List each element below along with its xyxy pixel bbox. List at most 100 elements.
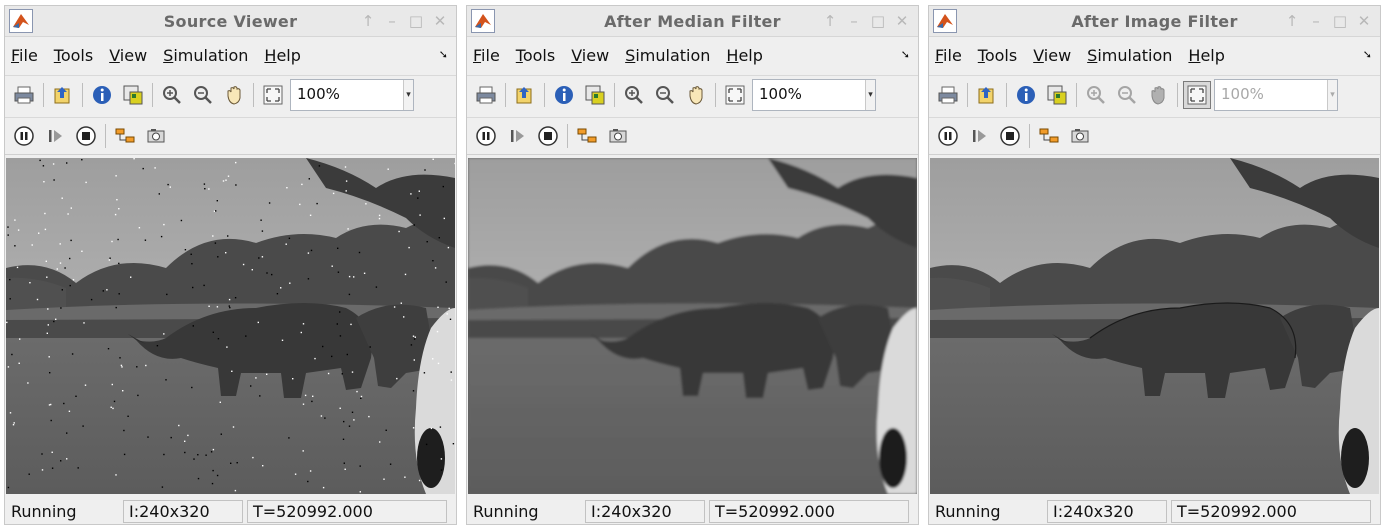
zoom-level-box[interactable]: 100% ▾ xyxy=(752,78,876,111)
zoom-in-icon[interactable] xyxy=(620,81,648,109)
image-size-field: I:240x320 xyxy=(123,499,243,523)
menubar-dock-arrow-icon[interactable]: ➘ xyxy=(439,48,448,61)
status-text: Running xyxy=(11,501,77,521)
menu-help[interactable]: Help xyxy=(726,46,762,65)
maximize-icon[interactable]: □ xyxy=(1330,12,1350,30)
video-frame-image[interactable] xyxy=(6,158,455,494)
menu-tools[interactable]: Tools xyxy=(978,46,1017,65)
sim-time-field: T=520992.000 xyxy=(247,499,447,523)
menu-view[interactable]: View xyxy=(109,46,147,65)
status-text: Running xyxy=(473,501,539,521)
toolbar-main: 100% ▾ xyxy=(5,75,456,113)
toolbar-main: 100% ▾ xyxy=(929,75,1380,113)
menu-file[interactable]: File xyxy=(473,46,500,65)
info-icon[interactable] xyxy=(1012,81,1040,109)
close-icon[interactable]: ✕ xyxy=(430,12,450,30)
export-to-workspace-icon[interactable] xyxy=(511,81,539,109)
fit-to-window-icon[interactable] xyxy=(259,81,287,109)
menu-view[interactable]: View xyxy=(571,46,609,65)
pin-icon[interactable]: ↑ xyxy=(820,12,840,30)
highlight-block-icon[interactable] xyxy=(573,122,601,150)
highlight-block-icon[interactable] xyxy=(1035,122,1063,150)
snapshot-camera-icon[interactable] xyxy=(142,122,170,150)
statusbar: Running I:240x320 T=520992.000 xyxy=(5,497,456,525)
pixel-region-icon[interactable] xyxy=(581,81,609,109)
zoom-level-box[interactable]: 100% ▾ xyxy=(290,78,414,111)
menu-help[interactable]: Help xyxy=(264,46,300,65)
pause-icon[interactable] xyxy=(472,122,500,150)
menubar-dock-arrow-icon[interactable]: ➘ xyxy=(901,48,910,61)
titlebar[interactable]: After Image Filter ↑ – □ ✕ xyxy=(929,6,1380,37)
image-size-field: I:240x320 xyxy=(585,499,705,523)
menu-simulation[interactable]: Simulation xyxy=(163,46,248,65)
menubar: File Tools View Simulation Help xyxy=(467,41,918,69)
menubar-dock-arrow-icon[interactable]: ➘ xyxy=(1363,48,1372,61)
statusbar: Running I:240x320 T=520992.000 xyxy=(929,497,1380,525)
titlebar[interactable]: After Median Filter ↑ – □ ✕ xyxy=(467,6,918,37)
export-to-workspace-icon[interactable] xyxy=(49,81,77,109)
menu-file[interactable]: File xyxy=(935,46,962,65)
print-icon[interactable] xyxy=(10,81,38,109)
zoom-dropdown-arrow-icon[interactable]: ▾ xyxy=(403,79,413,110)
pixel-region-icon[interactable] xyxy=(1043,81,1071,109)
pause-icon[interactable] xyxy=(934,122,962,150)
titlebar[interactable]: Source Viewer ↑ – □ ✕ xyxy=(5,6,456,37)
minimize-icon[interactable]: – xyxy=(844,12,864,30)
menu-tools[interactable]: Tools xyxy=(54,46,93,65)
window-after-median-filter: After Median Filter ↑ – □ ✕ File Tools V… xyxy=(466,5,919,525)
menubar: File Tools View Simulation Help xyxy=(929,41,1380,69)
menu-help[interactable]: Help xyxy=(1188,46,1224,65)
step-forward-icon[interactable] xyxy=(965,122,993,150)
fit-to-window-icon[interactable] xyxy=(1183,80,1211,109)
print-icon[interactable] xyxy=(934,81,962,109)
zoom-out-icon[interactable] xyxy=(189,81,217,109)
menu-simulation[interactable]: Simulation xyxy=(625,46,710,65)
zoom-out-icon[interactable] xyxy=(651,81,679,109)
zoom-dropdown-arrow-icon: ▾ xyxy=(1327,79,1337,110)
menu-file[interactable]: File xyxy=(11,46,38,65)
zoom-in-icon[interactable] xyxy=(158,81,186,109)
video-frame-image[interactable] xyxy=(930,158,1379,494)
print-icon[interactable] xyxy=(472,81,500,109)
zoom-level-box: 100% ▾ xyxy=(1214,78,1338,111)
pixel-region-icon[interactable] xyxy=(119,81,147,109)
snapshot-camera-icon[interactable] xyxy=(1066,122,1094,150)
zoom-out-icon xyxy=(1113,81,1141,109)
pan-hand-icon xyxy=(1144,81,1172,109)
pan-hand-icon[interactable] xyxy=(220,81,248,109)
highlight-block-icon[interactable] xyxy=(111,122,139,150)
stop-icon[interactable] xyxy=(534,122,562,150)
step-forward-icon[interactable] xyxy=(503,122,531,150)
info-icon[interactable] xyxy=(550,81,578,109)
toolbar-main: 100% ▾ xyxy=(467,75,918,113)
zoom-dropdown-arrow-icon[interactable]: ▾ xyxy=(865,79,875,110)
export-to-workspace-icon[interactable] xyxy=(973,81,1001,109)
minimize-icon[interactable]: – xyxy=(382,12,402,30)
pin-icon[interactable]: ↑ xyxy=(1282,12,1302,30)
maximize-icon[interactable]: □ xyxy=(868,12,888,30)
stop-icon[interactable] xyxy=(996,122,1024,150)
zoom-in-icon xyxy=(1082,81,1110,109)
close-icon[interactable]: ✕ xyxy=(892,12,912,30)
video-frame-image[interactable] xyxy=(468,158,917,494)
pause-icon[interactable] xyxy=(10,122,38,150)
menu-simulation[interactable]: Simulation xyxy=(1087,46,1172,65)
toolbar-simulation xyxy=(5,117,456,155)
toolbar-simulation xyxy=(929,117,1380,155)
menu-view[interactable]: View xyxy=(1033,46,1071,65)
pin-icon[interactable]: ↑ xyxy=(358,12,378,30)
snapshot-camera-icon[interactable] xyxy=(604,122,632,150)
window-source-viewer: Source Viewer ↑ – □ ✕ File Tools View Si… xyxy=(4,5,457,525)
info-icon[interactable] xyxy=(88,81,116,109)
statusbar: Running I:240x320 T=520992.000 xyxy=(467,497,918,525)
minimize-icon[interactable]: – xyxy=(1306,12,1326,30)
image-size-field: I:240x320 xyxy=(1047,499,1167,523)
pan-hand-icon[interactable] xyxy=(682,81,710,109)
menu-tools[interactable]: Tools xyxy=(516,46,555,65)
fit-to-window-icon[interactable] xyxy=(721,81,749,109)
step-forward-icon[interactable] xyxy=(41,122,69,150)
sim-time-field: T=520992.000 xyxy=(709,499,909,523)
close-icon[interactable]: ✕ xyxy=(1354,12,1374,30)
maximize-icon[interactable]: □ xyxy=(406,12,426,30)
stop-icon[interactable] xyxy=(72,122,100,150)
